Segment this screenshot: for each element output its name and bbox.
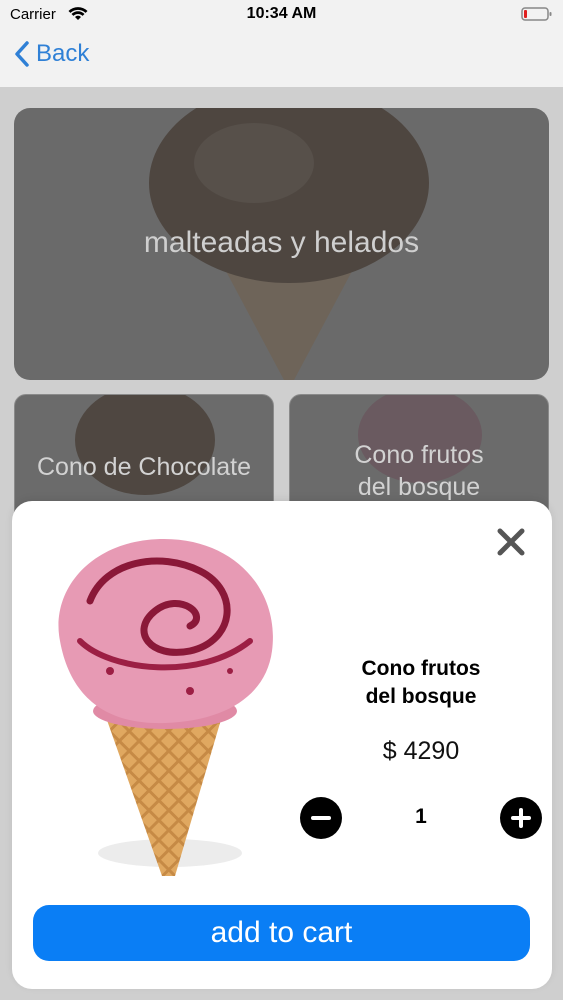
navigation-bar: Back (0, 30, 563, 88)
product-detail-sheet: Cono frutos del bosque $ 4290 1 add to c… (12, 501, 552, 989)
hero-title: malteadas y helados (143, 226, 420, 259)
quantity-value: 1 (415, 805, 427, 828)
product-name-line1: Cono frutos (361, 657, 481, 680)
product-name-line2: del bosque (365, 685, 477, 708)
tile-title-berry: Cono frutos del bosque (290, 439, 548, 503)
increase-quantity-button[interactable] (500, 797, 542, 839)
status-bar: Carrier 10:34 AM (0, 0, 563, 30)
tile-title-berry-line2: del bosque (357, 473, 481, 501)
product-name: Cono frutos del bosque (332, 655, 510, 711)
category-hero-card[interactable]: malteadas y helados (14, 108, 549, 380)
back-label: Back (36, 40, 90, 67)
berry-cone-image (58, 538, 273, 876)
add-to-cart-button[interactable]: add to cart (33, 905, 530, 961)
product-price: $ 4290 (382, 737, 460, 765)
battery-icon (521, 7, 552, 21)
tile-title-berry-line1: Cono frutos (354, 441, 484, 469)
decrease-quantity-button[interactable] (300, 797, 342, 839)
status-time: 10:34 AM (246, 5, 317, 22)
chevron-left-icon (15, 41, 29, 67)
close-icon[interactable] (496, 527, 526, 557)
tile-title-chocolate: Cono de Chocolate (36, 453, 252, 481)
quantity-stepper: 1 (300, 797, 542, 839)
back-button[interactable]: Back (14, 40, 89, 68)
